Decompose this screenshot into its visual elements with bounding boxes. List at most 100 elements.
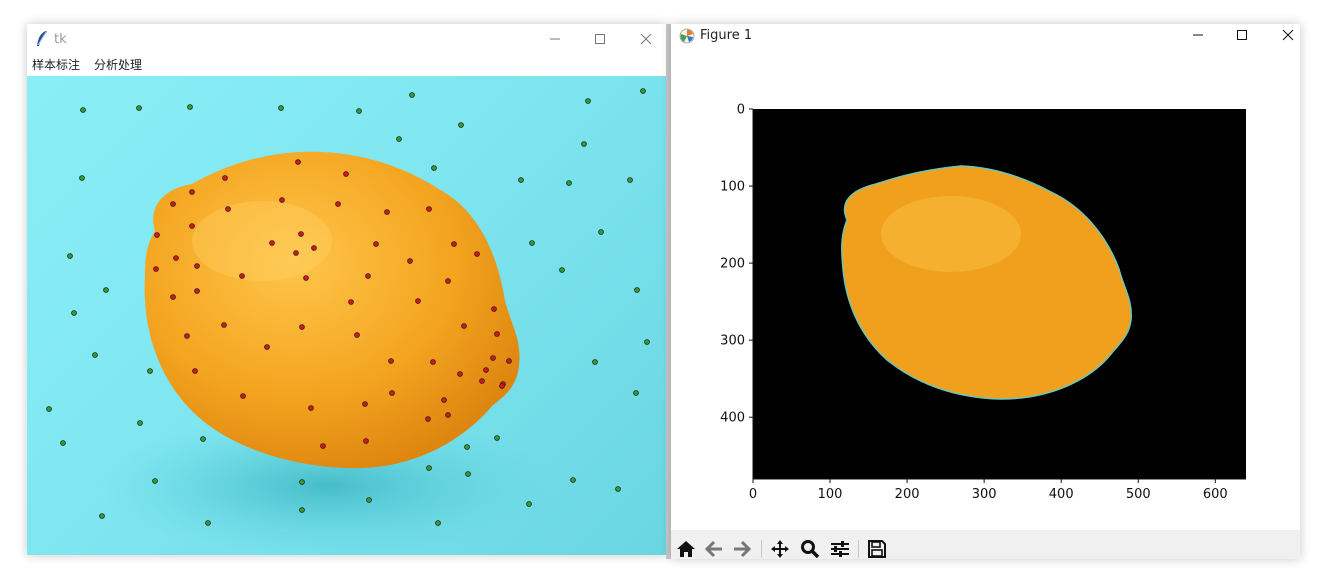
background-point [426,465,432,471]
background-point [458,122,464,128]
foreground-point [194,288,200,294]
foreground-point [295,159,301,165]
tk-titlebar: tk [27,24,666,54]
zoom-icon[interactable] [798,538,822,560]
foreground-point [441,397,447,403]
background-point [99,513,105,519]
background-point [431,165,437,171]
foreground-point [184,333,190,339]
foreground-point [189,189,195,195]
background-point [464,444,470,450]
background-point [494,435,500,441]
background-point [152,478,158,484]
configure-subplots-icon[interactable] [828,538,852,560]
menu-analysis-processing[interactable]: 分析处理 [94,56,142,73]
foreground-point [225,206,231,212]
toolbar-separator [858,540,859,558]
background-point [278,105,284,111]
background-point [526,501,532,507]
background-point [409,92,415,98]
y-tick-label: 100 [720,180,745,195]
feather-icon [35,30,49,52]
foreground-point [407,258,413,264]
foreground-point [320,443,326,449]
foreground-point [494,331,500,337]
foreground-point [153,266,159,272]
foreground-point [479,378,485,384]
x-tick-label: 400 [1049,487,1074,502]
background-point [299,507,305,513]
foreground-point [354,332,360,338]
minimize-button[interactable] [545,29,565,49]
foreground-point [451,241,457,247]
foreground-point [293,250,299,256]
background-point [79,175,85,181]
x-tick-label: 0 [749,487,757,502]
background-point [559,267,565,273]
foreground-point [343,171,349,177]
foreground-point [506,358,512,364]
background-point [60,440,66,446]
foreground-point [348,299,354,305]
pan-icon[interactable] [768,538,792,560]
background-point [627,177,633,183]
menu-sample-annotation[interactable]: 样本标注 [32,56,80,73]
background-point [299,479,305,485]
background-point [529,240,535,246]
foreground-point [457,371,463,377]
foreground-point [491,306,497,312]
foreground-point [445,278,451,284]
foreground-point [373,241,379,247]
back-icon[interactable] [702,538,726,560]
foreground-point [461,323,467,329]
navigation-toolbar [671,530,1300,559]
foreground-point [362,401,368,407]
background-point [137,420,143,426]
foreground-point [499,383,505,389]
foreground-point [388,358,394,364]
menubar: 样本标注 分析处理 [27,54,666,74]
foreground-point [298,231,304,237]
foreground-point [269,240,275,246]
background-point [518,177,524,183]
forward-icon[interactable] [730,538,754,560]
foreground-point [170,201,176,207]
foreground-point [425,416,431,422]
background-point [396,136,402,142]
close-button[interactable] [636,29,656,49]
x-tick-label: 200 [895,487,920,502]
background-point [465,471,471,477]
foreground-point [192,368,198,374]
background-point [136,105,142,111]
image-canvas[interactable] [27,76,666,555]
background-point [103,287,109,293]
foreground-point [445,412,451,418]
foreground-point [154,232,160,238]
foreground-point [490,355,496,361]
x-tick-label: 300 [972,487,997,502]
foreground-point [365,273,371,279]
foreground-point [279,197,285,203]
background-point [592,359,598,365]
foreground-point [430,359,436,365]
background-point [366,497,372,503]
foreground-point [483,367,489,373]
background-point [67,253,73,259]
foreground-point [299,324,305,330]
foreground-point [239,273,245,279]
background-point [598,229,604,235]
background-point [71,310,77,316]
background-point [633,390,639,396]
home-icon[interactable] [674,538,698,560]
background-point [356,108,362,114]
maximize-button[interactable] [590,29,610,49]
background-point [200,436,206,442]
foreground-point [389,390,395,396]
save-icon[interactable] [865,538,889,560]
background-point [570,477,576,483]
background-point [147,368,153,374]
x-tick-label: 500 [1126,487,1151,502]
background-point [615,486,621,492]
window-title: tk [54,32,67,47]
tk-window: tk 样本标注 分析处理 [27,24,666,555]
